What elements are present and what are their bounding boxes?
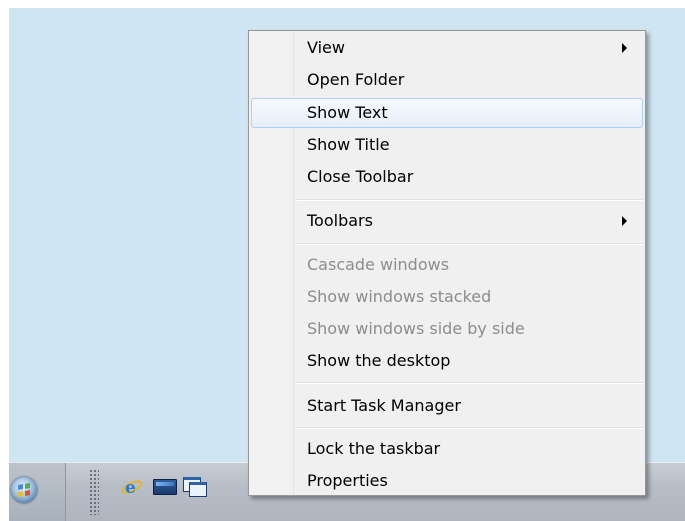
- menu-item-label: Show the desktop: [307, 351, 451, 370]
- submenu-arrow-icon: [622, 43, 627, 53]
- menu-item-cascade-windows: Cascade windows: [251, 250, 643, 280]
- toolbar-grip-handle[interactable]: [89, 469, 99, 515]
- menu-item-toolbars[interactable]: Toolbars: [251, 206, 643, 236]
- menu-item-label: Show windows stacked: [307, 287, 492, 306]
- menu-item-show-text[interactable]: Show Text: [251, 98, 643, 128]
- menu-item-label: Open Folder: [307, 70, 405, 89]
- menu-item-open-folder[interactable]: Open Folder: [251, 65, 643, 95]
- menu-item-label: View: [307, 38, 345, 57]
- menu-item-show-title[interactable]: Show Title: [251, 130, 643, 160]
- menu-item-label: Toolbars: [307, 211, 373, 230]
- menu-item-view[interactable]: View: [251, 33, 643, 63]
- menu-item-label: Show windows side by side: [307, 319, 525, 338]
- menu-item-show-windows-side-by-side: Show windows side by side: [251, 314, 643, 344]
- start-orb-icon: [11, 477, 37, 503]
- menu-item-label: Lock the taskbar: [307, 439, 441, 458]
- menu-item-show-the-desktop[interactable]: Show the desktop: [251, 346, 643, 376]
- taskbar-context-menu: View Open Folder Show Text Show Title Cl…: [248, 30, 646, 496]
- menu-separator: [297, 199, 643, 201]
- menu-item-label: Close Toolbar: [307, 167, 414, 186]
- submenu-arrow-icon: [622, 216, 627, 226]
- menu-item-label: Show Text: [307, 103, 388, 122]
- menu-item-label: Start Task Manager: [307, 396, 461, 415]
- menu-separator: [297, 427, 643, 429]
- menu-item-close-toolbar[interactable]: Close Toolbar: [251, 162, 643, 192]
- menu-item-label: Show Title: [307, 135, 390, 154]
- menu-item-show-windows-stacked: Show windows stacked: [251, 282, 643, 312]
- menu-item-start-task-manager[interactable]: Start Task Manager: [251, 391, 643, 421]
- start-button[interactable]: [9, 463, 66, 521]
- menu-separator: [297, 382, 643, 384]
- menu-item-properties[interactable]: Properties: [251, 466, 643, 496]
- switch-windows-icon[interactable]: [183, 477, 207, 497]
- menu-item-lock-the-taskbar[interactable]: Lock the taskbar: [251, 434, 643, 464]
- internet-explorer-icon[interactable]: e: [121, 477, 143, 497]
- menu-item-label: Properties: [307, 471, 388, 490]
- show-desktop-icon[interactable]: [153, 479, 177, 495]
- menu-item-label: Cascade windows: [307, 255, 450, 274]
- svg-text:e: e: [125, 478, 136, 497]
- menu-separator: [297, 243, 643, 245]
